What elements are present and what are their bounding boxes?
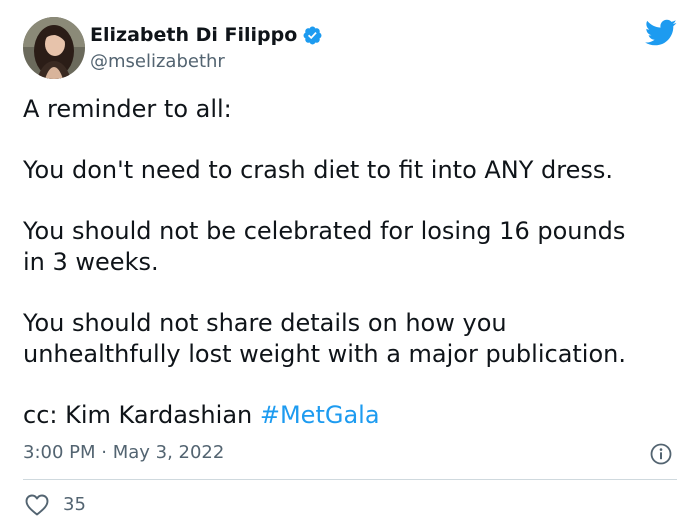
twitter-bird-icon[interactable] bbox=[645, 19, 677, 47]
tweet-line: You don't need to crash diet to fit into… bbox=[23, 156, 614, 184]
hashtag-link[interactable]: #MetGala bbox=[260, 401, 380, 429]
author-display-name[interactable]: Elizabeth Di Filippo bbox=[90, 24, 297, 46]
divider bbox=[23, 479, 677, 480]
tweet-line: You should not share details on how you bbox=[23, 309, 507, 337]
verified-badge-icon bbox=[302, 25, 323, 46]
tweet-line: cc: Kim Kardashian #MetGala bbox=[23, 400, 380, 430]
tweet-line: in 3 weeks. bbox=[23, 248, 159, 276]
tweet-cc-text: cc: Kim Kardashian bbox=[23, 401, 260, 429]
author-name-row: Elizabeth Di Filippo bbox=[90, 22, 323, 48]
tweet-line: A reminder to all: bbox=[23, 95, 232, 123]
tweet-timestamp[interactable]: 3:00 PM · May 3, 2022 bbox=[23, 442, 224, 463]
tweet-line: You should not be celebrated for losing … bbox=[23, 217, 626, 245]
tweet-line: unhealthfully lost weight with a major p… bbox=[23, 340, 626, 368]
like-count: 35 bbox=[63, 494, 86, 515]
avatar[interactable] bbox=[23, 17, 85, 79]
tweet-card: Elizabeth Di Filippo @mselizabethr A rem… bbox=[0, 0, 700, 532]
info-icon[interactable] bbox=[650, 443, 672, 465]
author-handle[interactable]: @mselizabethr bbox=[90, 51, 225, 72]
heart-icon[interactable] bbox=[25, 494, 49, 516]
profile-photo-icon bbox=[23, 17, 85, 79]
